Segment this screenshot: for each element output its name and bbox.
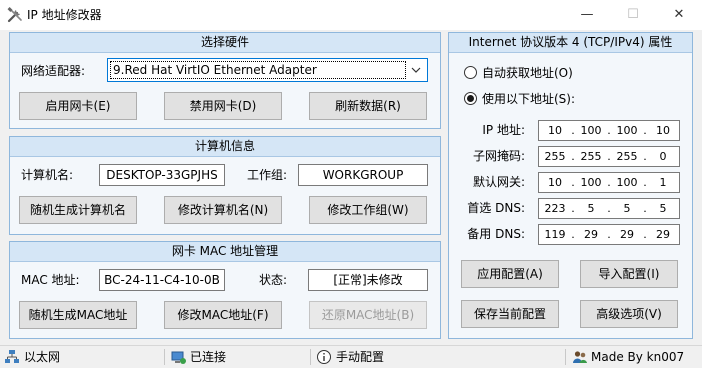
auto-address-label[interactable]: 自动获取地址(O) bbox=[482, 63, 573, 83]
ip-octet: 10 bbox=[548, 176, 562, 189]
gateway-label: 默认网关: bbox=[472, 175, 525, 189]
restore-mac-button[interactable]: 还原MAC地址(B) bbox=[309, 301, 427, 329]
connected-icon bbox=[171, 349, 187, 365]
ip-octet: 10 bbox=[656, 124, 670, 137]
ip-octet: 255 bbox=[544, 150, 566, 163]
maximize-button[interactable]: ☐ bbox=[610, 0, 656, 30]
workgroup-field[interactable]: WORKGROUP bbox=[298, 164, 428, 186]
adapter-label: 网络适配器: bbox=[21, 64, 86, 78]
mac-group: 网卡 MAC 地址管理 MAC 地址: BC-24-11-C4-10-0B 状态… bbox=[9, 241, 441, 339]
manual-address-label[interactable]: 使用以下地址(S): bbox=[482, 89, 575, 109]
mac-address-field[interactable]: BC-24-11-C4-10-0B bbox=[99, 269, 225, 291]
status-config-mode: 手动配置 bbox=[336, 350, 385, 364]
minimize-button[interactable]: — bbox=[564, 0, 610, 30]
hardware-group: 选择硬件 网络适配器: 9.Red Hat VirtIO Ethernet Ad… bbox=[9, 32, 441, 129]
ip-octet: 100 bbox=[580, 176, 602, 189]
preferred-dns-field[interactable]: 223 . 5 . 5 . 5 bbox=[538, 198, 680, 219]
random-mac-button[interactable]: 随机生成MAC地址 bbox=[19, 301, 137, 329]
ip-octet: 255 bbox=[580, 150, 602, 163]
close-button[interactable]: ✕ bbox=[656, 0, 702, 30]
ip-octet: 0 bbox=[659, 150, 667, 163]
ip-octet: 100 bbox=[580, 124, 602, 137]
computer-name-label: 计算机名: bbox=[21, 168, 74, 182]
status-connection: 已连接 bbox=[190, 350, 227, 364]
ip-address-field[interactable]: 10 . 100 . 100 . 10 bbox=[538, 120, 680, 141]
window-title: IP 地址修改器 bbox=[27, 8, 102, 22]
ip-octet: 119 bbox=[544, 228, 566, 241]
ip-octet: 5 bbox=[587, 202, 595, 215]
random-computer-name-button[interactable]: 随机生成计算机名 bbox=[19, 196, 137, 224]
enable-nic-button[interactable]: 启用网卡(E) bbox=[19, 92, 137, 120]
modify-mac-button[interactable]: 修改MAC地址(F) bbox=[164, 301, 282, 329]
mac-status-field: [正常]未修改 bbox=[308, 269, 428, 291]
ip-octet: 5 bbox=[659, 202, 667, 215]
adapter-select[interactable]: 9.Red Hat VirtIO Ethernet Adapter bbox=[107, 58, 428, 82]
status-divider bbox=[164, 349, 165, 365]
status-network-type: 以太网 bbox=[24, 350, 61, 364]
title-bar: IP 地址修改器 — ☐ ✕ bbox=[0, 0, 702, 30]
modify-computer-name-button[interactable]: 修改计算机名(N) bbox=[164, 196, 282, 224]
advanced-options-button[interactable]: 高级选项(V) bbox=[580, 300, 678, 328]
hardware-group-header: 选择硬件 bbox=[10, 33, 440, 53]
tools-icon bbox=[6, 6, 24, 24]
network-icon bbox=[4, 349, 20, 365]
ipv4-group-header: Internet 协议版本 4 (TCP/IPv4) 属性 bbox=[449, 33, 692, 53]
mac-status-label: 状态: bbox=[259, 273, 288, 287]
save-config-button[interactable]: 保存当前配置 bbox=[461, 300, 559, 328]
status-divider bbox=[565, 349, 566, 365]
preferred-dns-label: 首选 DNS: bbox=[467, 201, 525, 215]
workgroup-label: 工作组: bbox=[247, 168, 288, 182]
status-divider bbox=[310, 349, 311, 365]
alternate-dns-field[interactable]: 119 . 29 . 29 . 29 bbox=[538, 224, 680, 245]
ip-octet: 100 bbox=[616, 176, 638, 189]
mac-address-label: MAC 地址: bbox=[21, 273, 80, 287]
ip-octet: 10 bbox=[548, 124, 562, 137]
ip-octet: 255 bbox=[616, 150, 638, 163]
ip-octet: 29 bbox=[656, 228, 670, 241]
gateway-field[interactable]: 10 . 100 . 100 . 1 bbox=[538, 172, 680, 193]
manual-address-radio[interactable] bbox=[464, 92, 477, 105]
ipv4-group: Internet 协议版本 4 (TCP/IPv4) 属性 自动获取地址(O) … bbox=[448, 32, 693, 339]
alternate-dns-label: 备用 DNS: bbox=[467, 227, 525, 241]
ip-octet: 223 bbox=[544, 202, 566, 215]
refresh-data-button[interactable]: 刷新数据(R) bbox=[309, 92, 427, 120]
info-icon bbox=[316, 349, 332, 365]
ip-octet: 29 bbox=[620, 228, 634, 241]
disable-nic-button[interactable]: 禁用网卡(D) bbox=[164, 92, 282, 120]
status-bar: 以太网 已连接 手动配置 Made By kn007 bbox=[0, 345, 702, 367]
subnet-mask-label: 子网掩码: bbox=[472, 149, 525, 163]
chevron-down-icon bbox=[409, 61, 423, 79]
apply-config-button[interactable]: 应用配置(A) bbox=[461, 260, 559, 288]
import-config-button[interactable]: 导入配置(I) bbox=[580, 260, 678, 288]
ip-address-label: IP 地址: bbox=[482, 123, 525, 137]
ip-octet: 29 bbox=[584, 228, 598, 241]
status-author: Made By kn007 bbox=[591, 350, 685, 364]
ip-octet: 1 bbox=[659, 176, 667, 189]
subnet-mask-field[interactable]: 255 . 255 . 255 . 0 bbox=[538, 146, 680, 167]
adapter-select-value: 9.Red Hat VirtIO Ethernet Adapter bbox=[110, 61, 406, 79]
users-icon bbox=[572, 349, 588, 365]
modify-workgroup-button[interactable]: 修改工作组(W) bbox=[309, 196, 427, 224]
computer-group: 计算机信息 计算机名: DESKTOP-33GPJHS 工作组: WORKGRO… bbox=[9, 136, 441, 235]
computer-name-field[interactable]: DESKTOP-33GPJHS bbox=[99, 164, 225, 186]
computer-group-header: 计算机信息 bbox=[10, 137, 440, 157]
auto-address-radio[interactable] bbox=[464, 66, 477, 79]
ip-octet: 100 bbox=[616, 124, 638, 137]
mac-group-header: 网卡 MAC 地址管理 bbox=[10, 242, 440, 262]
ip-octet: 5 bbox=[623, 202, 631, 215]
